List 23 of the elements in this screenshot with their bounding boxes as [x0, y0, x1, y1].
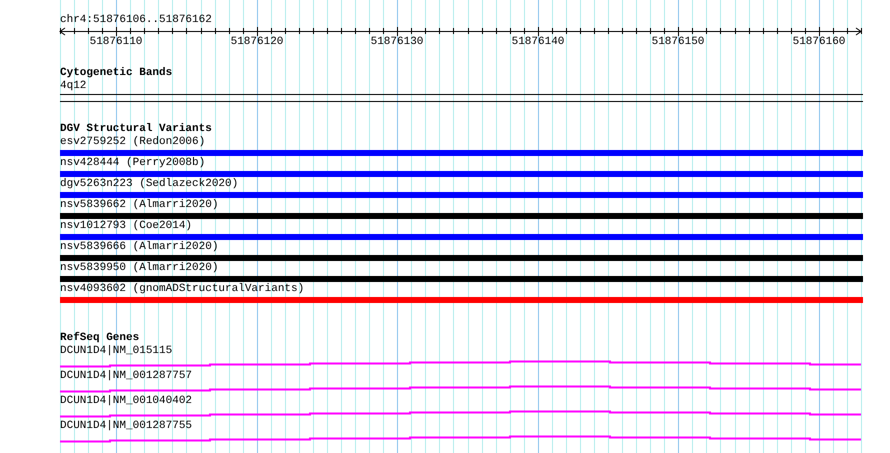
- track-title: DGV Structural Variants: [60, 123, 212, 136]
- gene-label: DCUN1D4|NM_001287755: [60, 420, 192, 433]
- variant-label: nsv5839662 (Almarri2020): [60, 199, 218, 212]
- coordinate-range: chr4:51876106..51876162: [60, 14, 212, 27]
- track-title: Cytogenetic Bands: [60, 67, 172, 80]
- gene-label: DCUN1D4|NM_001287757: [60, 370, 192, 383]
- variant-label: nsv5839666 (Almarri2020): [60, 241, 218, 254]
- tick-label: 51876130: [370, 36, 424, 48]
- track-title: RefSeq Genes: [60, 332, 140, 345]
- variant-label: nsv428444 (Perry2008b): [60, 157, 206, 170]
- variant-label: nsv4093602 (gnomADStructuralVariants): [60, 283, 304, 296]
- tick-label: 51876160: [792, 36, 846, 48]
- variant-label: nsv5839950 (Almarri2020): [60, 262, 218, 275]
- variant-label: dgv5263n223 (Sedlazeck2020): [60, 178, 238, 191]
- variant-label: nsv1012793 (Coe2014): [60, 220, 192, 233]
- tick-label: 51876110: [90, 36, 142, 48]
- tick-label: 51876120: [230, 36, 284, 48]
- gene-label: DCUN1D4|NM_015115: [60, 345, 172, 358]
- tick-label: 51876140: [512, 36, 564, 48]
- band-label: 4q12: [60, 80, 86, 93]
- gene-label: DCUN1D4|NM_001040402: [60, 395, 192, 408]
- variant-label: esv2759252 (Redon2006): [60, 136, 206, 149]
- tick-label: 51876150: [652, 36, 704, 48]
